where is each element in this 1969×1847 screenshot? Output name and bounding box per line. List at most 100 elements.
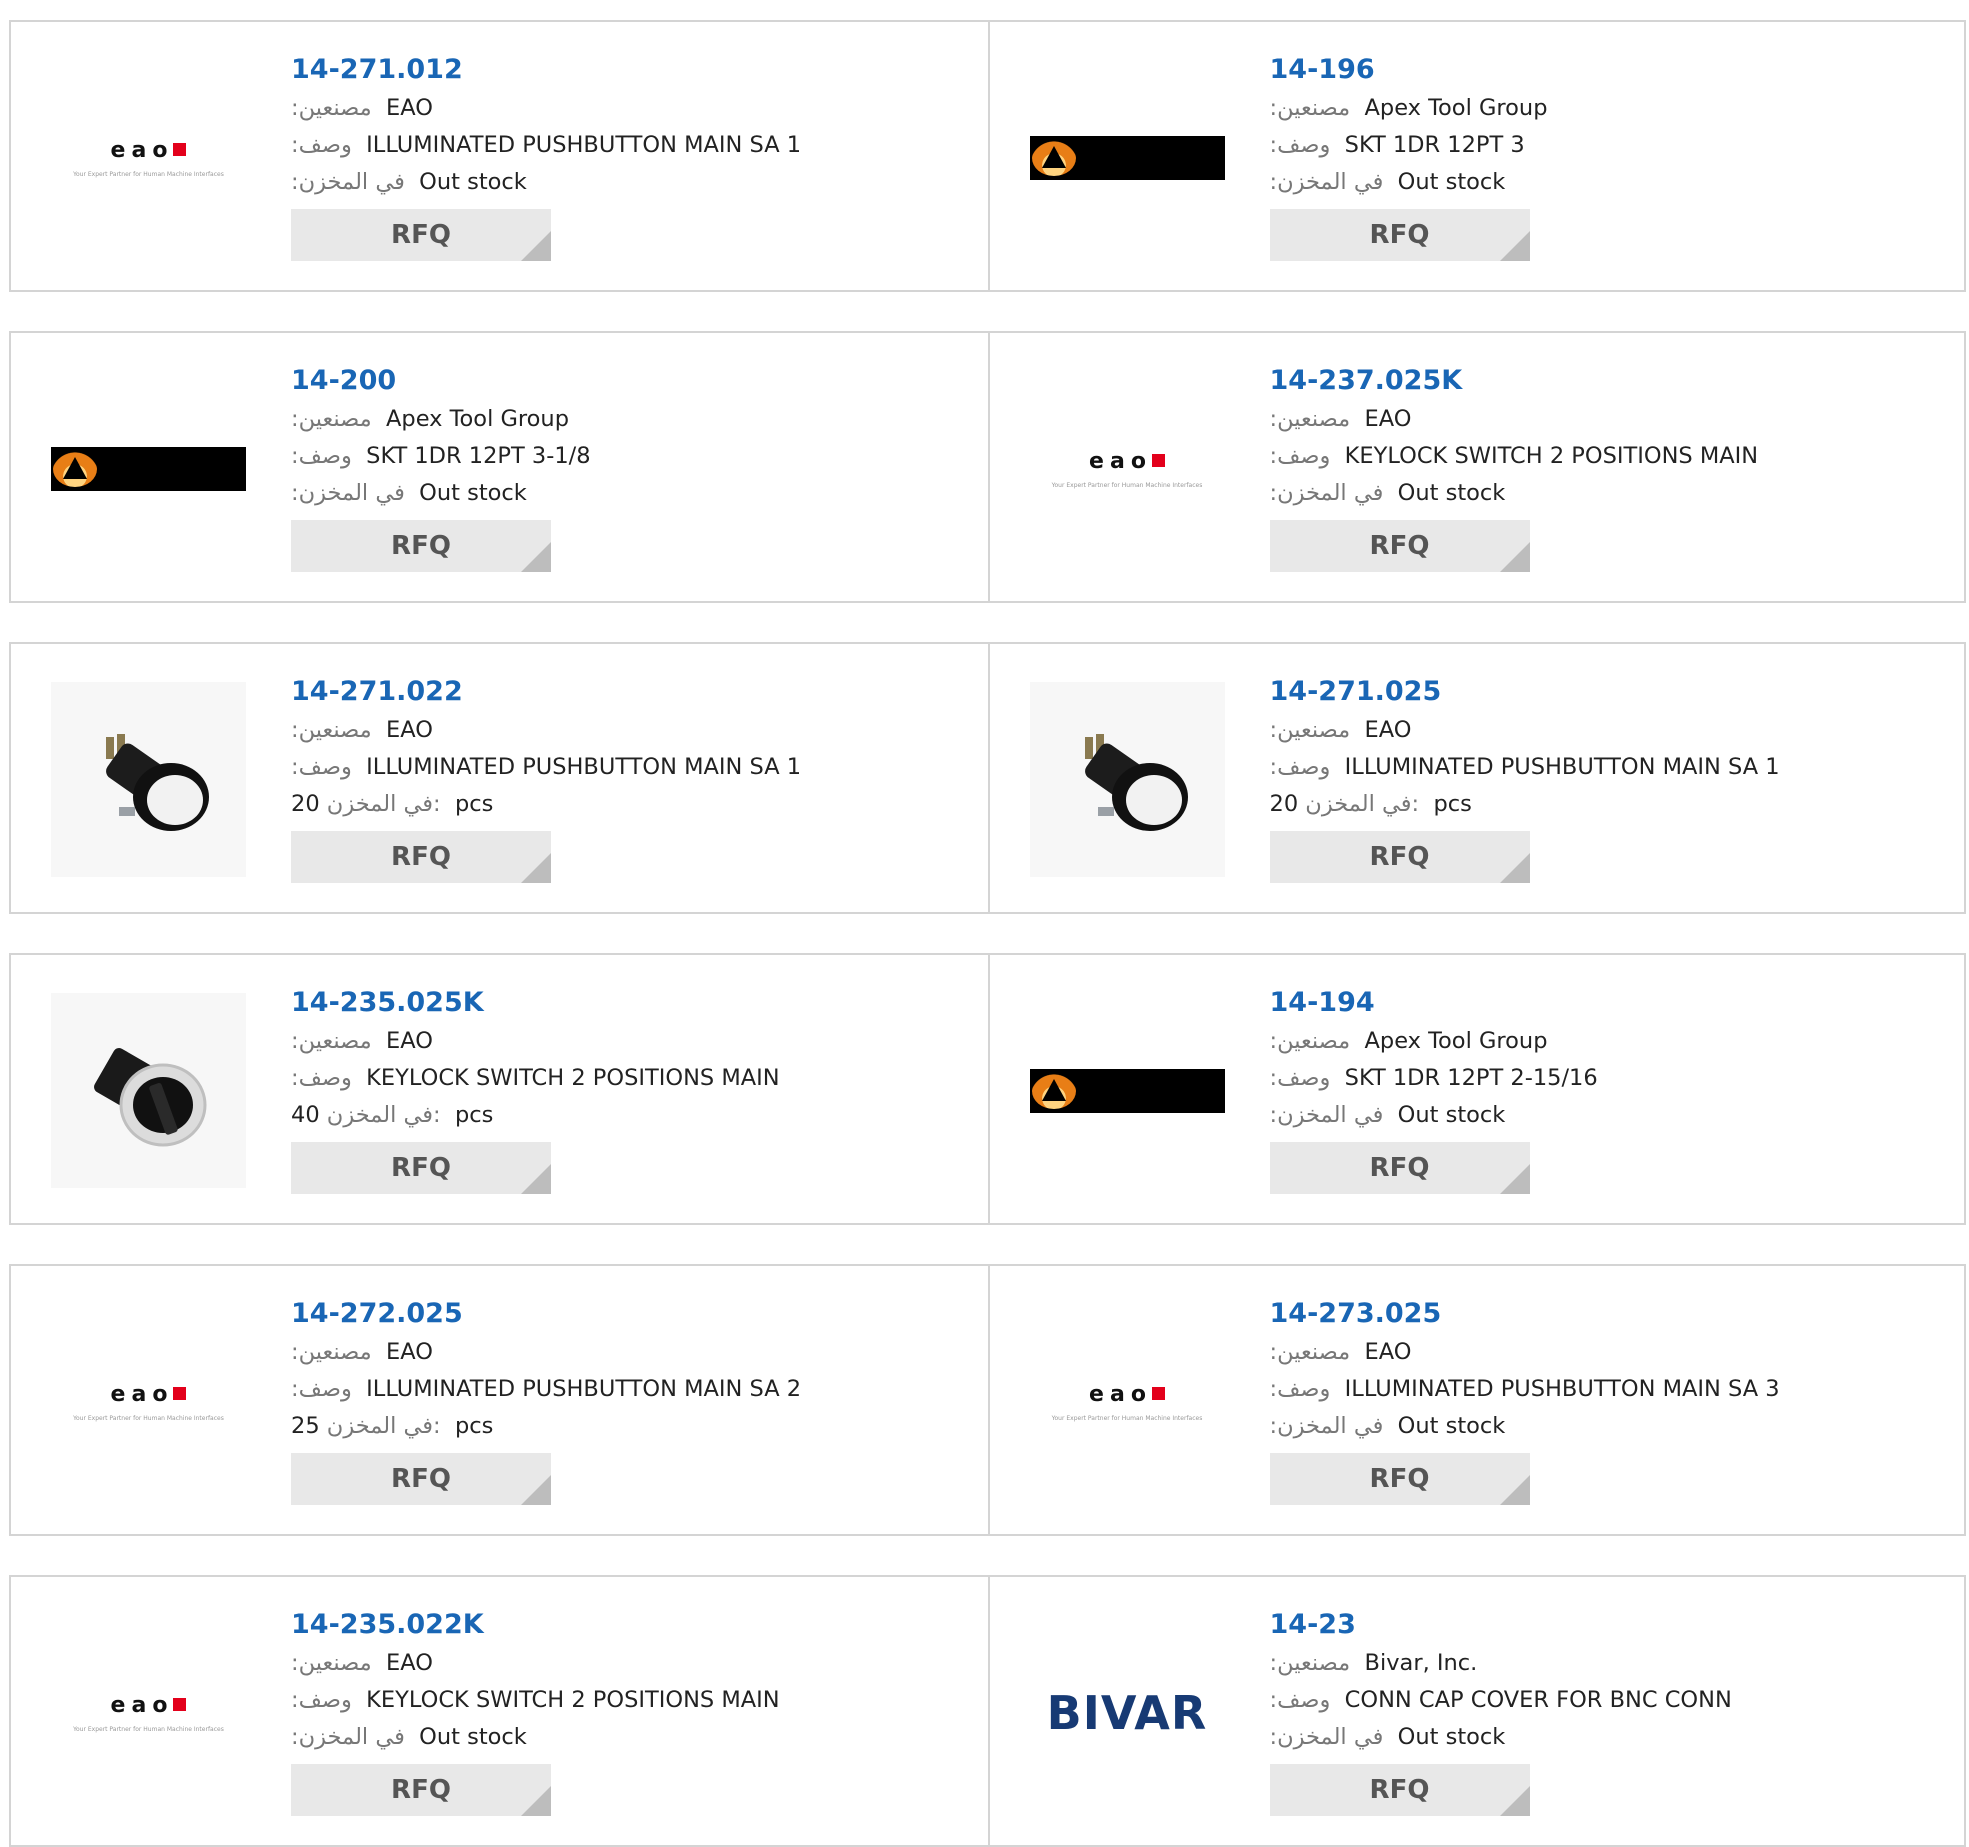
stock-label: :في المخزن xyxy=(291,480,405,506)
description-label: :وصف xyxy=(291,1687,352,1713)
eao-logo: eao Your Expert Partner for Human Machine… xyxy=(1030,449,1225,489)
part-number-link[interactable]: 14-194 xyxy=(1270,983,1598,1023)
product-info: 14-235.022K:مصنعين EAO:وصف KEYLOCK SWITC… xyxy=(291,1605,780,1816)
pushbutton-photo xyxy=(1029,682,1225,877)
description-label: :وصف xyxy=(291,1376,352,1402)
part-number-link[interactable]: 14-237.025K xyxy=(1270,361,1759,401)
product-info: 14-194:مصنعين Apex Tool Group:وصف SKT 1D… xyxy=(1269,983,1598,1194)
rfq-button[interactable]: RFQ xyxy=(291,1142,551,1194)
product-card: eao Your Expert Partner for Human Machine… xyxy=(987,333,1965,601)
rfq-button[interactable]: RFQ xyxy=(291,1453,551,1505)
description-value: SKT 1DR 12PT 3 xyxy=(1344,132,1525,158)
description-line: :وصف ILLUMINATED PUSHBUTTON MAIN SA 1 xyxy=(291,749,801,786)
rfq-button[interactable]: RFQ xyxy=(1269,520,1530,572)
part-number-link[interactable]: 14-196 xyxy=(1270,50,1548,90)
description-line: :وصف SKT 1DR 12PT 3 xyxy=(1270,127,1548,164)
description-line: :وصف ILLUMINATED PUSHBUTTON MAIN SA 3 xyxy=(1270,1371,1780,1408)
product-image[interactable]: eao Your Expert Partner for Human Machine… xyxy=(51,1615,246,1810)
stock-line: :في المخزن Out stock xyxy=(1270,1719,1732,1756)
product-info: 14-23:مصنعين Bivar, Inc.:وصف CONN CAP CO… xyxy=(1269,1605,1732,1816)
stock-label: في المخزن: xyxy=(1305,791,1420,817)
manufacturer-label: :مصنعين xyxy=(1269,1028,1351,1054)
product-image[interactable]: BIVAR xyxy=(1030,1615,1225,1810)
rfq-button[interactable]: RFQ xyxy=(291,520,551,572)
product-image[interactable]: eao Your Expert Partner for Human Machine… xyxy=(1030,371,1225,566)
product-image[interactable] xyxy=(51,371,246,566)
part-number-link[interactable]: 14-235.022K xyxy=(291,1605,780,1645)
product-info: 14-200:مصنعين Apex Tool Group:وصف SKT 1D… xyxy=(291,361,591,572)
eao-tagline: Your Expert Partner for Human Machine In… xyxy=(1051,1414,1203,1422)
stock-label: :في المخزن xyxy=(291,169,405,195)
stock-line: :في المخزن Out stock xyxy=(291,1719,780,1756)
description-value: SKT 1DR 12PT 2-15/16 xyxy=(1344,1065,1598,1091)
part-number-link[interactable]: 14-271.025 xyxy=(1270,672,1780,712)
part-number-link[interactable]: 14-273.025 xyxy=(1270,1294,1780,1334)
rfq-button[interactable]: RFQ xyxy=(1269,831,1530,883)
manufacturer-line: :مصنعين EAO xyxy=(291,1023,780,1060)
rfq-button[interactable]: RFQ xyxy=(291,1764,551,1816)
product-row: eao Your Expert Partner for Human Machine… xyxy=(9,20,1966,292)
apex-logo xyxy=(1029,135,1225,180)
stock-label: في المخزن: xyxy=(326,791,441,817)
apex-logo xyxy=(51,446,246,491)
product-image[interactable] xyxy=(51,993,246,1188)
stock-status: Out stock xyxy=(419,480,527,506)
apex-mark-icon xyxy=(53,450,97,487)
description-line: :وصف ILLUMINATED PUSHBUTTON MAIN SA 1 xyxy=(291,127,801,164)
product-image[interactable] xyxy=(1029,993,1225,1188)
eao-logo: eao Your Expert Partner for Human Machine… xyxy=(51,138,246,178)
stock-line: 40 في المخزن: pcs xyxy=(291,1097,780,1134)
manufacturer-value: EAO xyxy=(1364,717,1412,743)
manufacturer-value: EAO xyxy=(386,1650,433,1676)
rfq-button[interactable]: RFQ xyxy=(291,831,551,883)
apex-mark-icon xyxy=(1031,139,1076,176)
description-line: :وصف SKT 1DR 12PT 3-1/8 xyxy=(291,438,591,475)
manufacturer-line: :مصنعين Apex Tool Group xyxy=(1270,1023,1598,1060)
product-image[interactable]: eao Your Expert Partner for Human Machine… xyxy=(51,60,246,255)
stock-status: Out stock xyxy=(419,169,527,195)
product-info: 14-272.025:مصنعين EAO:وصف ILLUMINATED PU… xyxy=(291,1294,801,1505)
product-image[interactable]: eao Your Expert Partner for Human Machine… xyxy=(1030,1304,1225,1499)
product-image[interactable] xyxy=(1029,60,1225,255)
part-number-link[interactable]: 14-200 xyxy=(291,361,591,401)
description-value: ILLUMINATED PUSHBUTTON MAIN SA 1 xyxy=(1344,754,1780,780)
rfq-button[interactable]: RFQ xyxy=(291,209,551,261)
stock-label: في المخزن: xyxy=(326,1413,441,1439)
eao-wordmark: eao xyxy=(51,1382,246,1407)
manufacturer-label: :مصنعين xyxy=(1269,717,1351,743)
manufacturer-value: EAO xyxy=(386,95,433,121)
product-image[interactable] xyxy=(1029,682,1225,877)
eao-wordmark: eao xyxy=(51,1693,246,1718)
part-number-link[interactable]: 14-235.025K xyxy=(291,983,780,1023)
bivar-logo: BIVAR xyxy=(1046,1685,1208,1740)
description-label: :وصف xyxy=(1269,1687,1331,1713)
product-card: 14-235.025K:مصنعين EAO:وصف KEYLOCK SWITC… xyxy=(11,955,988,1223)
product-card: eao Your Expert Partner for Human Machine… xyxy=(11,1266,988,1534)
description-value: ILLUMINATED PUSHBUTTON MAIN SA 1 xyxy=(366,132,802,158)
stock-label: :في المخزن xyxy=(1269,480,1384,506)
rfq-button[interactable]: RFQ xyxy=(1269,1142,1530,1194)
stock-label: :في المخزن xyxy=(291,1724,405,1750)
eao-logo: eao Your Expert Partner for Human Machine… xyxy=(51,1382,246,1422)
product-image[interactable] xyxy=(51,682,246,877)
product-image[interactable]: eao Your Expert Partner for Human Machine… xyxy=(51,1304,246,1499)
stock-line: :في المخزن Out stock xyxy=(291,164,801,201)
manufacturer-line: :مصنعين EAO xyxy=(1270,1334,1780,1371)
manufacturer-line: :مصنعين EAO xyxy=(291,1334,801,1371)
part-number-link[interactable]: 14-271.022 xyxy=(291,672,801,712)
description-line: :وصف CONN CAP COVER FOR BNC CONN xyxy=(1270,1682,1732,1719)
part-number-link[interactable]: 14-23 xyxy=(1270,1605,1732,1645)
rfq-button[interactable]: RFQ xyxy=(1269,1453,1530,1505)
product-card: 14-200:مصنعين Apex Tool Group:وصف SKT 1D… xyxy=(11,333,988,601)
manufacturer-line: :مصنعين EAO xyxy=(1270,401,1759,438)
part-number-link[interactable]: 14-272.025 xyxy=(291,1294,801,1334)
description-label: :وصف xyxy=(1269,443,1331,469)
rfq-button[interactable]: RFQ xyxy=(1269,1764,1530,1816)
part-number-link[interactable]: 14-271.012 xyxy=(291,50,801,90)
rfq-button[interactable]: RFQ xyxy=(1269,209,1530,261)
manufacturer-label: :مصنعين xyxy=(1269,1650,1351,1676)
manufacturer-value: Apex Tool Group xyxy=(386,406,569,432)
product-info: 14-196:مصنعين Apex Tool Group:وصف SKT 1D… xyxy=(1269,50,1548,261)
eao-logo: eao Your Expert Partner for Human Machine… xyxy=(1030,1382,1225,1422)
product-info: 14-237.025K:مصنعين EAO:وصف KEYLOCK SWITC… xyxy=(1269,361,1759,572)
